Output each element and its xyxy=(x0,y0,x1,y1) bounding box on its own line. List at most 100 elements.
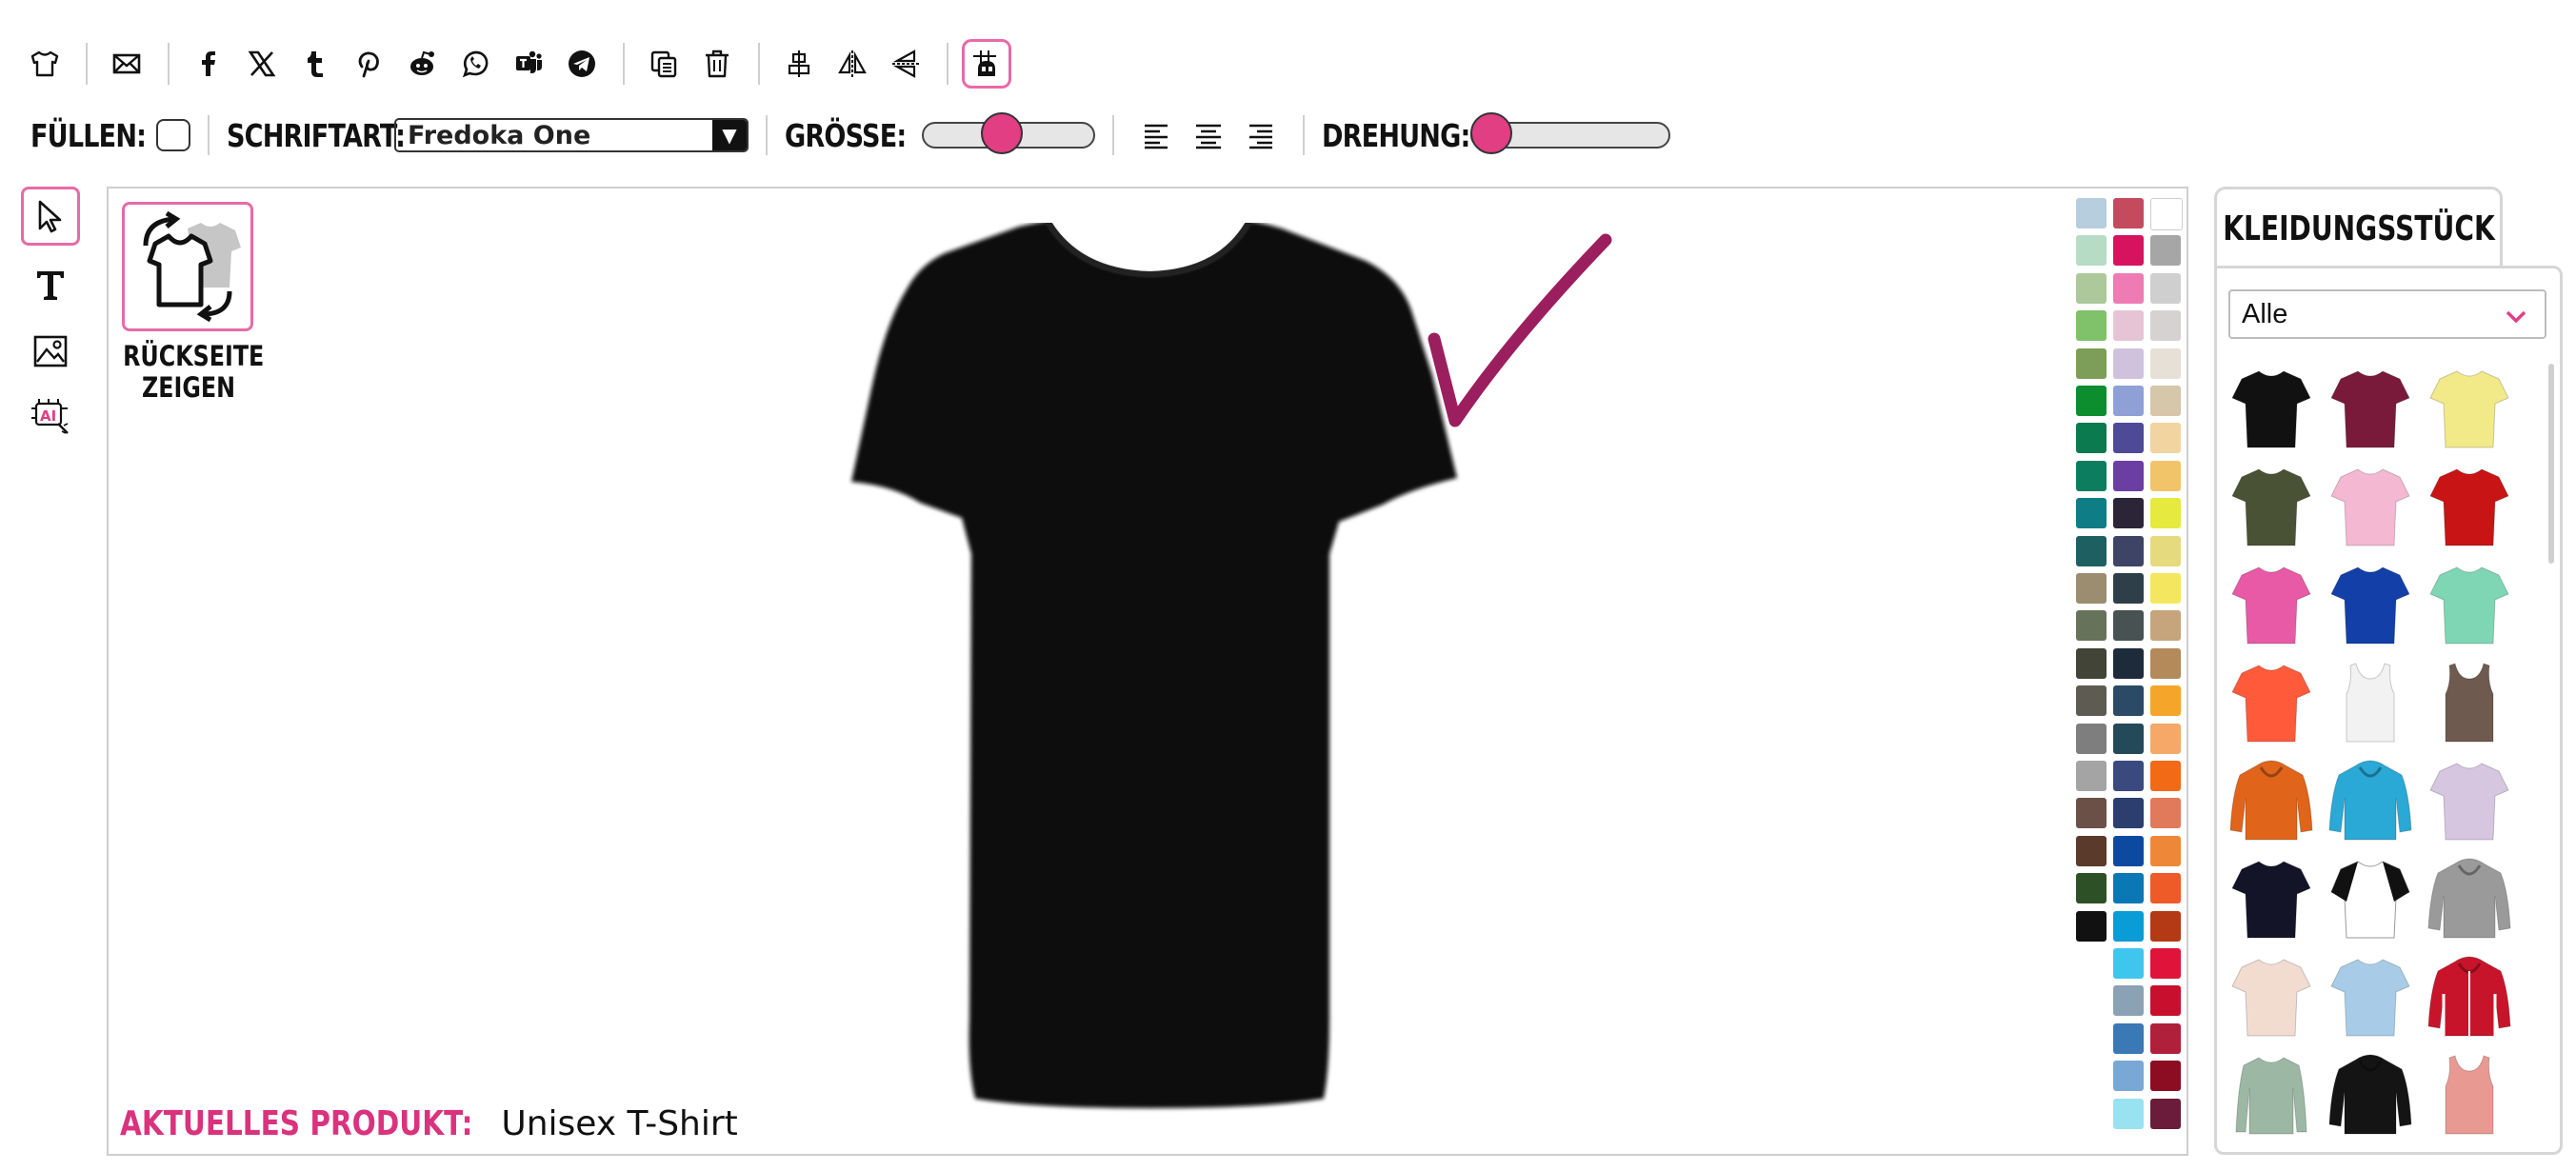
color-swatch[interactable] xyxy=(2150,535,2181,566)
color-swatch[interactable] xyxy=(2076,498,2107,529)
color-swatch[interactable] xyxy=(2076,386,2107,416)
color-swatch[interactable] xyxy=(2150,386,2181,416)
color-swatch[interactable] xyxy=(2113,423,2144,454)
flip-horizontal-icon[interactable] xyxy=(827,38,878,89)
color-swatch[interactable] xyxy=(2150,460,2181,491)
flip-vertical-icon[interactable] xyxy=(880,38,931,89)
garment-item[interactable] xyxy=(2228,854,2314,942)
color-swatch[interactable] xyxy=(2113,347,2144,379)
color-swatch[interactable] xyxy=(2150,235,2181,267)
select-tool[interactable] xyxy=(21,187,80,246)
color-swatch[interactable] xyxy=(2113,761,2144,791)
image-tool[interactable] xyxy=(21,322,80,381)
align-center-icon[interactable] xyxy=(1192,119,1225,151)
garment-item[interactable] xyxy=(2426,756,2512,844)
color-swatch[interactable] xyxy=(2150,610,2181,642)
color-swatch[interactable] xyxy=(2076,272,2107,304)
teams-icon[interactable] xyxy=(503,38,554,89)
color-swatch[interactable] xyxy=(2076,423,2107,454)
whatsapp-icon[interactable] xyxy=(449,38,501,89)
color-swatch[interactable] xyxy=(2076,573,2107,604)
garment-item[interactable] xyxy=(2228,952,2314,1040)
garment-item[interactable] xyxy=(2426,1050,2512,1138)
rotation-slider-handle[interactable] xyxy=(1470,112,1512,154)
tab-garment[interactable]: KLEIDUNGSSTÜCK xyxy=(2214,187,2503,268)
align-left-icon[interactable] xyxy=(1141,119,1173,151)
garment-item[interactable] xyxy=(2327,854,2413,942)
color-swatch[interactable] xyxy=(2113,910,2144,942)
color-swatch[interactable] xyxy=(2150,423,2181,454)
color-swatch[interactable] xyxy=(2076,235,2107,267)
color-swatch[interactable] xyxy=(2076,723,2107,754)
color-swatch[interactable] xyxy=(2113,1061,2144,1092)
garment-item[interactable] xyxy=(2228,658,2314,745)
garment-item[interactable] xyxy=(2228,756,2314,844)
color-swatch[interactable] xyxy=(2150,873,2181,904)
color-swatch[interactable] xyxy=(2113,272,2144,304)
color-swatch[interactable] xyxy=(2113,647,2144,679)
color-swatch[interactable] xyxy=(2076,610,2107,642)
fill-color-box[interactable] xyxy=(156,119,190,151)
telegram-icon[interactable] xyxy=(556,38,608,89)
color-swatch[interactable] xyxy=(2150,1098,2181,1129)
grid-icon[interactable] xyxy=(962,39,1011,89)
size-slider[interactable] xyxy=(922,112,1095,154)
garment-item[interactable] xyxy=(2426,462,2512,549)
color-swatch[interactable] xyxy=(2113,948,2144,979)
color-swatch[interactable] xyxy=(2076,198,2107,228)
color-swatch[interactable] xyxy=(2113,985,2144,1017)
color-swatch[interactable] xyxy=(2113,310,2144,342)
mail-icon[interactable] xyxy=(101,38,152,89)
rotation-slider[interactable] xyxy=(1470,112,1670,154)
color-swatch[interactable] xyxy=(2150,1022,2181,1054)
color-swatch[interactable] xyxy=(2150,573,2181,604)
garment-item[interactable] xyxy=(2426,560,2512,647)
color-swatch[interactable] xyxy=(2076,910,2107,942)
ai-tool[interactable]: AI xyxy=(21,387,80,446)
garment-item[interactable] xyxy=(2426,854,2512,942)
pinterest-icon[interactable] xyxy=(343,38,394,89)
color-swatch[interactable] xyxy=(2113,386,2144,416)
color-swatch[interactable] xyxy=(2150,948,2181,979)
color-swatch[interactable] xyxy=(2076,460,2107,491)
text-tool[interactable] xyxy=(21,255,80,314)
color-swatch[interactable] xyxy=(2150,723,2181,754)
font-select[interactable]: Fredoka One ▼ xyxy=(394,118,749,152)
color-swatch[interactable] xyxy=(2076,761,2107,791)
color-swatch[interactable] xyxy=(2150,498,2181,529)
color-swatch[interactable] xyxy=(2076,835,2107,866)
tshirt-icon[interactable] xyxy=(19,38,70,89)
garment-item[interactable] xyxy=(2327,1050,2413,1138)
color-swatch[interactable] xyxy=(2150,272,2181,304)
color-swatch[interactable] xyxy=(2150,310,2181,342)
garment-item[interactable] xyxy=(2327,756,2413,844)
reddit-icon[interactable] xyxy=(396,38,448,89)
garment-item[interactable] xyxy=(2426,364,2512,451)
color-swatch[interactable] xyxy=(2150,685,2181,717)
color-swatch[interactable] xyxy=(2113,873,2144,904)
garment-item[interactable] xyxy=(2327,658,2413,745)
color-swatch[interactable] xyxy=(2076,347,2107,379)
show-back-button[interactable] xyxy=(122,202,253,331)
duplicate-icon[interactable] xyxy=(638,38,689,89)
color-swatch[interactable] xyxy=(2076,535,2107,566)
facebook-icon[interactable] xyxy=(183,38,234,89)
garment-item[interactable] xyxy=(2327,364,2413,451)
x-icon[interactable] xyxy=(236,38,288,89)
align-right-icon[interactable] xyxy=(1244,119,1276,151)
garment-item[interactable] xyxy=(2228,462,2314,549)
color-swatch[interactable] xyxy=(2076,798,2107,829)
color-swatch[interactable] xyxy=(2113,535,2144,566)
color-swatch[interactable] xyxy=(2150,798,2181,829)
color-swatch[interactable] xyxy=(2113,573,2144,604)
color-swatch[interactable] xyxy=(2150,835,2181,866)
color-swatch[interactable] xyxy=(2150,910,2181,942)
color-swatch[interactable] xyxy=(2113,798,2144,829)
center-icon[interactable] xyxy=(773,38,825,89)
garment-item[interactable] xyxy=(2327,462,2413,549)
garment-item[interactable] xyxy=(2327,560,2413,647)
garment-item[interactable] xyxy=(2228,1050,2314,1138)
checkmark-graphic[interactable] xyxy=(1427,223,1617,451)
color-swatch[interactable] xyxy=(2113,235,2144,267)
garment-item[interactable] xyxy=(2426,952,2512,1040)
